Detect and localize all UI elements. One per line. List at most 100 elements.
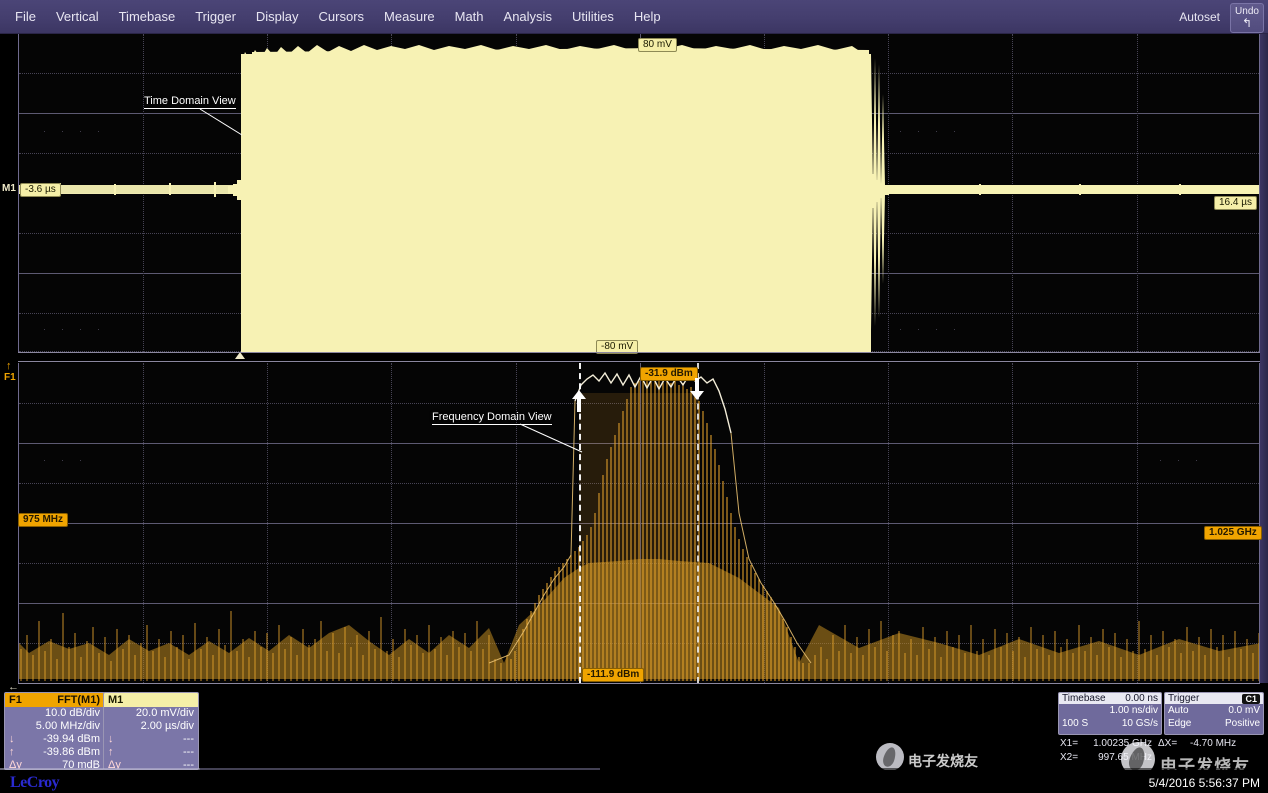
menu-item-analysis[interactable]: Analysis: [495, 5, 561, 28]
menu-item-timebase[interactable]: Timebase: [110, 5, 185, 28]
fft-right-freq-badge[interactable]: 1.025 GHz: [1204, 526, 1262, 540]
time-domain-grid[interactable]: · · · · · · · · · · · · · · · ·: [18, 34, 1260, 352]
cursor-x1-arrow-icon[interactable]: [571, 390, 587, 412]
menu-item-file[interactable]: File: [6, 5, 45, 28]
spacer: [1158, 751, 1190, 765]
cursor-dx-label: ΔX=: [1158, 737, 1190, 751]
descriptor-m1-hscale: 2.00 µs/div: [141, 720, 194, 733]
pane-bottom-rule: [18, 683, 1260, 684]
timebase-scale-row: 1.00 ns/div: [1059, 704, 1161, 717]
trigger-source-chip[interactable]: C1: [1242, 694, 1260, 704]
grid-tick-dots: · · · ·: [899, 324, 957, 334]
descriptor-m1-header: M1: [104, 693, 198, 707]
cursor-up-icon: ↑: [9, 746, 27, 759]
descriptor-f1-hscale-row: 5.00 MHz/div: [5, 720, 104, 733]
status-box-timebase[interactable]: Timebase 0.00 ns 1.00 ns/div 100 S 10 GS…: [1058, 692, 1162, 735]
cursor-x2-value: 997.65 MHz: [1084, 751, 1158, 765]
footer-bar: [0, 770, 1268, 793]
cursor-x1-row: X1= 1.00235 GHz ΔX= -4.70 MHz: [1060, 737, 1268, 751]
cursor-down-icon: ↓: [9, 733, 27, 746]
trigger-slope: Positive: [1225, 717, 1260, 730]
time-top-level-badge[interactable]: 80 mV: [638, 38, 677, 52]
menu-bar: File Vertical Timebase Trigger Display C…: [0, 0, 1268, 34]
menu-item-math[interactable]: Math: [446, 5, 493, 28]
freq-channel-label-f1[interactable]: F1: [4, 372, 16, 383]
frequency-domain-grid[interactable]: · · · · · ·: [18, 363, 1260, 683]
time-domain-annotation-leader: [140, 105, 260, 150]
trigger-position-marker[interactable]: [235, 352, 245, 359]
descriptor-box-f1[interactable]: F1 FFT(M1) 10.0 dB/div 5.00 MHz/div ↓ -3…: [4, 692, 105, 770]
spacer: [108, 720, 126, 733]
time-right-offset-badge[interactable]: 16.4 µs: [1214, 196, 1257, 210]
trigger-type-row: Edge Positive: [1165, 717, 1263, 730]
descriptor-f1-cursor-up-row: ↑ -39.86 dBm: [5, 746, 104, 759]
undo-button[interactable]: Undo ↰: [1230, 3, 1264, 33]
f1-position-arrow-icon: ↑: [6, 360, 12, 372]
menu-item-trigger[interactable]: Trigger: [186, 5, 245, 28]
cursor-x1-label: X1=: [1060, 737, 1084, 751]
right-edge-strip[interactable]: [1260, 34, 1268, 683]
descriptor-box-m1[interactable]: M1 20.0 mV/div 2.00 µs/div ↓ --- ↑ --- Δ…: [103, 692, 199, 770]
grid-tick-dots: · · · ·: [899, 126, 957, 136]
fft-bottom-level-badge[interactable]: -111.9 dBm: [582, 668, 644, 682]
descriptor-f1-cursor-down-value: -39.94 dBm: [43, 733, 100, 746]
cursor-readout-panel: X1= 1.00235 GHz ΔX= -4.70 MHz X2= 997.65…: [1060, 737, 1268, 765]
grid-tick-dots: · · · ·: [43, 126, 101, 136]
grid-tick-dots: · · ·: [43, 455, 83, 465]
menu-item-help[interactable]: Help: [625, 5, 670, 28]
autoset-label[interactable]: Autoset: [1175, 10, 1224, 24]
cursor-x2-arrow-icon[interactable]: [689, 378, 705, 400]
descriptor-m1-cursor-up-row: ↑ ---: [104, 746, 198, 759]
fft-left-freq-badge[interactable]: 975 MHz: [18, 513, 68, 527]
cursor-dx-value: -4.70 MHz: [1190, 737, 1264, 751]
time-domain-waveform: [19, 34, 1260, 352]
time-left-offset-badge[interactable]: -3.6 µs: [20, 183, 61, 197]
menu-item-display[interactable]: Display: [247, 5, 308, 28]
trigger-header: Trigger C1: [1165, 693, 1263, 704]
timebase-delay: 0.00 ns: [1125, 693, 1158, 704]
menu-item-vertical[interactable]: Vertical: [47, 5, 108, 28]
pane-separator-bottom: [18, 361, 1260, 362]
cursor-x2-line[interactable]: [697, 363, 699, 683]
descriptor-m1-hscale-row: 2.00 µs/div: [104, 720, 198, 733]
descriptor-f1-cursor-up-value: -39.86 dBm: [43, 746, 100, 759]
cursor-x2-label: X2=: [1060, 751, 1084, 765]
pane-separator-top: [18, 352, 1260, 353]
undo-arrow-icon: ↰: [1242, 17, 1252, 29]
trigger-mode-row: Auto 0.0 mV: [1165, 704, 1263, 717]
spacer: [108, 707, 126, 720]
descriptor-m1-cursor-down-row: ↓ ---: [104, 733, 198, 746]
descriptor-m1-name: M1: [108, 694, 123, 706]
timebase-scale: 1.00 ns/div: [1110, 704, 1158, 717]
frequency-domain-annotation-leader: [430, 420, 600, 465]
descriptor-m1-cursor-down-value: ---: [183, 733, 194, 746]
descriptor-f1-header: F1 FFT(M1): [5, 693, 104, 707]
menu-item-cursors[interactable]: Cursors: [310, 5, 374, 28]
lecroy-logo[interactable]: LeCroy: [10, 774, 59, 792]
watermark-logo-mid-icon: [876, 743, 904, 771]
time-channel-label-m1[interactable]: M1: [2, 183, 16, 194]
timebase-sample-rate: 10 GS/s: [1122, 717, 1158, 730]
spacer: [9, 707, 27, 720]
grid-tick-dots: · · · ·: [43, 324, 101, 334]
cursor-up-icon: ↑: [108, 746, 126, 759]
trigger-mode: Auto: [1168, 704, 1189, 717]
trigger-level: 0.0 mV: [1228, 704, 1260, 717]
descriptor-m1-vscale-row: 20.0 mV/div: [104, 707, 198, 720]
timebase-title: Timebase: [1062, 693, 1106, 704]
timebase-memory: 100 S: [1062, 717, 1088, 730]
spacer: [9, 720, 27, 733]
descriptor-f1-vscale: 10.0 dB/div: [45, 707, 100, 720]
cursor-x2-row: X2= 997.65 MHz: [1060, 751, 1268, 765]
menu-item-measure[interactable]: Measure: [375, 5, 444, 28]
descriptor-m1-vscale: 20.0 mV/div: [136, 707, 194, 720]
trigger-title: Trigger: [1168, 693, 1199, 704]
descriptor-f1-cursor-down-row: ↓ -39.94 dBm: [5, 733, 104, 746]
timebase-header: Timebase 0.00 ns: [1059, 693, 1161, 704]
status-box-trigger[interactable]: Trigger C1 Auto 0.0 mV Edge Positive: [1164, 692, 1264, 735]
spacer: [1190, 751, 1264, 765]
descriptor-m1-cursor-up-value: ---: [183, 746, 194, 759]
grid-tick-dots: · · ·: [1159, 455, 1199, 465]
menu-item-utilities[interactable]: Utilities: [563, 5, 623, 28]
descriptor-f1-source: FFT(M1): [57, 694, 100, 706]
